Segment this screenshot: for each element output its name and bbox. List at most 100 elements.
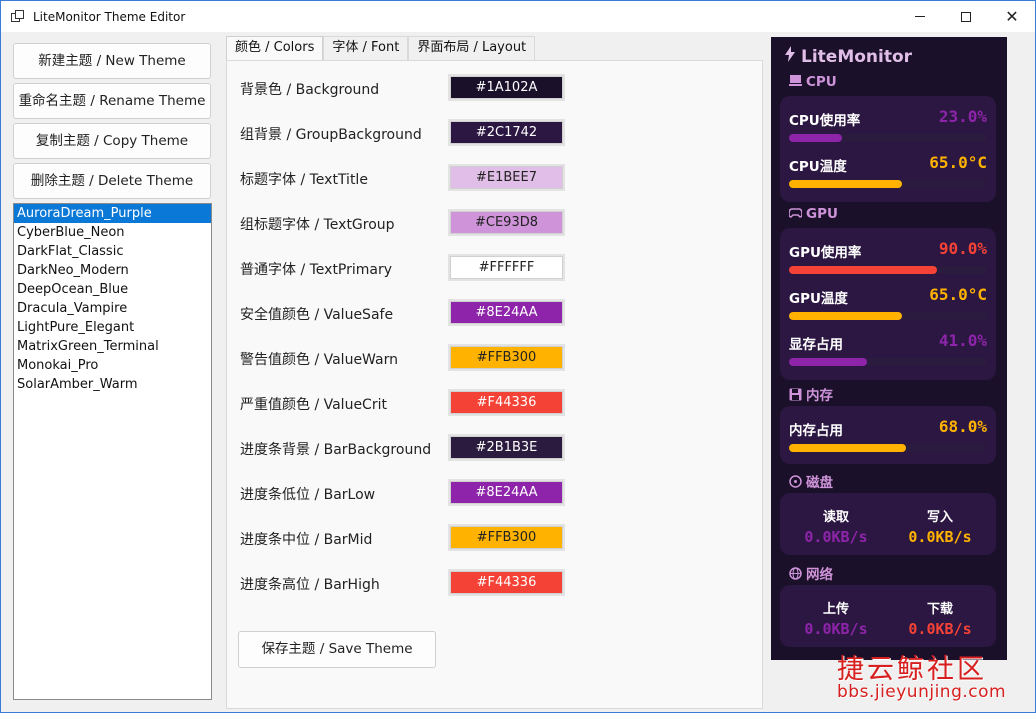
delete-theme-button[interactable]: 删除主题 / Delete Theme	[13, 163, 211, 199]
disk-drive-icon	[789, 475, 802, 488]
net-download-label: 下载	[926, 602, 953, 617]
minimize-button[interactable]	[897, 1, 943, 32]
color-setting-label: 进度条中位 / BarMid	[240, 532, 373, 548]
net-download: 下载 0.0KB/s	[890, 598, 990, 638]
theme-list-item[interactable]: SolarAmber_Warm	[14, 375, 211, 394]
theme-list-item[interactable]: DarkFlat_Classic	[14, 242, 211, 261]
watermark: 捷云鲸社区 bbs.jieyunjing.com	[837, 647, 1027, 702]
progress-bar	[789, 266, 987, 274]
watermark-url: bbs.jieyunjing.com	[837, 682, 1007, 702]
theme-list-item[interactable]: MatrixGreen_Terminal	[14, 337, 211, 356]
color-swatch-button[interactable]: #FFB300	[448, 524, 565, 551]
close-icon: ✕	[1005, 6, 1019, 26]
color-setting-row: 进度条中位 / BarMid #FFB300	[240, 524, 570, 552]
metric-label: 内存占用	[789, 423, 843, 439]
group-label-network: 网络	[789, 563, 833, 583]
disk-write-value: 0.0KB/s	[908, 528, 972, 546]
progress-fill	[789, 266, 937, 274]
color-setting-label: 进度条背景 / BarBackground	[240, 442, 432, 458]
color-swatch-button[interactable]: #FFFFFF	[448, 254, 565, 281]
theme-list-item[interactable]: CyberBlue_Neon	[14, 223, 211, 242]
color-swatch-button[interactable]: #F44336	[448, 569, 565, 596]
progress-fill	[789, 358, 867, 366]
color-setting-label: 进度条高位 / BarHigh	[240, 577, 380, 593]
color-setting-label: 组标题字体 / TextGroup	[240, 217, 395, 233]
copy-theme-button[interactable]: 复制主题 / Copy Theme	[13, 123, 211, 159]
progress-fill	[789, 312, 902, 320]
metric-value: 41.0%	[938, 331, 987, 350]
globe-icon	[789, 567, 802, 580]
progress-fill	[789, 180, 902, 188]
theme-list-item[interactable]: LightPure_Elegant	[14, 318, 211, 337]
group-title: GPU	[806, 206, 838, 222]
color-setting-label: 严重值颜色 / ValueCrit	[240, 397, 387, 413]
color-swatch-button[interactable]: #8E24AA	[448, 479, 565, 506]
tab-layout[interactable]: 界面布局 / Layout	[408, 36, 536, 60]
disk-write: 写入 0.0KB/s	[890, 506, 990, 546]
metric-value: 90.0%	[938, 239, 987, 258]
metric-label: GPU使用率	[789, 245, 862, 261]
preview-title: LiteMonitor	[784, 46, 912, 67]
theme-list-item[interactable]: AuroraDream_Purple	[14, 204, 211, 223]
group-title: 磁盘	[806, 475, 833, 491]
progress-fill	[789, 444, 906, 452]
progress-bar	[789, 312, 987, 320]
color-setting-row: 进度条背景 / BarBackground #2B1B3E	[240, 434, 570, 462]
color-swatch-button[interactable]: #F44336	[448, 389, 565, 416]
title-bar: LiteMonitor Theme Editor ✕	[1, 1, 1035, 32]
tab-colors[interactable]: 颜色 / Colors	[226, 36, 324, 61]
theme-list-item[interactable]: DarkNeo_Modern	[14, 261, 211, 280]
gamepad-icon	[789, 208, 802, 218]
theme-list-item[interactable]: Dracula_Vampire	[14, 299, 211, 318]
theme-list-item[interactable]: Monokai_Pro	[14, 356, 211, 375]
color-setting-row: 进度条低位 / BarLow #8E24AA	[240, 479, 570, 507]
color-swatch-button[interactable]: #CE93D8	[448, 209, 565, 236]
watermark-cn: 捷云鲸社区	[837, 654, 987, 685]
group-title: 内存	[806, 388, 833, 404]
net-upload-label: 上传	[822, 602, 849, 617]
theme-list[interactable]: AuroraDream_Purple CyberBlue_Neon DarkFlat…	[13, 203, 212, 700]
rename-theme-button[interactable]: 重命名主题 / Rename Theme	[13, 83, 211, 119]
new-theme-button[interactable]: 新建主题 / New Theme	[13, 43, 211, 79]
gpu-card: GPU使用率 90.0% GPU温度 65.0°C 显存占用 41.0%	[780, 228, 996, 380]
color-swatch-button[interactable]: #E1BEE7	[448, 164, 565, 191]
disk-read: 读取 0.0KB/s	[786, 506, 886, 546]
app-icon	[11, 9, 25, 24]
theme-list-item[interactable]: DeepOcean_Blue	[14, 280, 211, 299]
metric-value: 65.0°C	[929, 285, 987, 304]
color-setting-label: 标题字体 / TextTitle	[240, 172, 368, 188]
progress-fill	[789, 134, 842, 142]
net-upload-value: 0.0KB/s	[804, 620, 868, 638]
color-setting-label: 安全值颜色 / ValueSafe	[240, 307, 394, 323]
disk-card: 读取 0.0KB/s 写入 0.0KB/s	[780, 493, 996, 555]
color-swatch-button[interactable]: #2B1B3E	[448, 434, 565, 461]
color-swatch-button[interactable]: #8E24AA	[448, 299, 565, 326]
color-setting-row: 组标题字体 / TextGroup #CE93D8	[240, 209, 570, 237]
color-swatch-button[interactable]: #2C1742	[448, 119, 565, 146]
disk-read-value: 0.0KB/s	[804, 528, 868, 546]
progress-bar	[789, 180, 987, 188]
group-label-gpu: GPU	[789, 206, 838, 222]
app-window: LiteMonitor Theme Editor ✕ 新建主题 / New Th…	[0, 0, 1036, 713]
theme-actions: 新建主题 / New Theme 重命名主题 / Rename Theme 复制…	[13, 43, 212, 203]
color-setting-label: 进度条低位 / BarLow	[240, 487, 376, 503]
maximize-button[interactable]	[943, 1, 989, 32]
color-swatch-button[interactable]: #FFB300	[448, 344, 565, 371]
net-upload: 上传 0.0KB/s	[786, 598, 886, 638]
color-setting-label: 普通字体 / TextPrimary	[240, 262, 393, 278]
group-label-memory: 内存	[789, 384, 833, 404]
color-setting-label: 背景色 / Background	[240, 82, 380, 98]
metric-value: 68.0%	[938, 417, 987, 436]
save-theme-button[interactable]: 保存主题 / Save Theme	[238, 631, 436, 668]
minimize-icon	[915, 16, 925, 17]
color-setting-row: 普通字体 / TextPrimary #FFFFFF	[240, 254, 570, 282]
color-setting-row: 标题字体 / TextTitle #E1BEE7	[240, 164, 570, 192]
tab-font[interactable]: 字体 / Font	[323, 36, 409, 60]
progress-bar	[789, 444, 987, 452]
metric-label: CPU使用率	[789, 113, 861, 129]
color-swatch-button[interactable]: #1A102A	[448, 74, 565, 101]
color-setting-row: 组背景 / GroupBackground #2C1742	[240, 119, 570, 147]
group-title: CPU	[806, 74, 837, 90]
close-button[interactable]: ✕	[989, 1, 1035, 32]
metric-label: 显存占用	[789, 337, 843, 353]
